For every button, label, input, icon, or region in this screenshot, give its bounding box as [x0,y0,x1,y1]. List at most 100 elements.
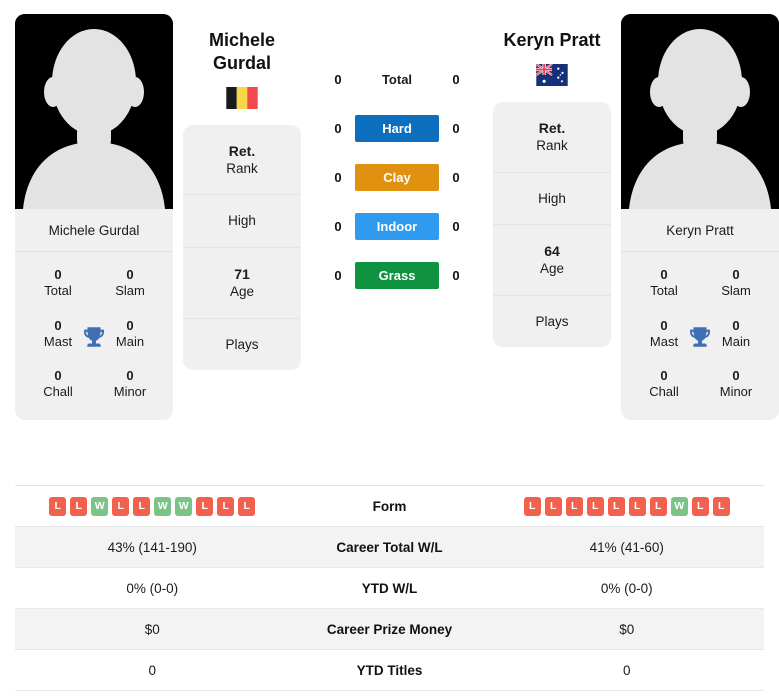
comparison-table: LLWLLWWLLL Form LLLLLLLWLL 43% (141-190)… [15,485,764,691]
left-form-badges: LLWLLWWLLL [49,496,256,516]
left-age-cell: 71 Age [183,248,301,319]
form-badge-loss: L [586,496,604,516]
left-total-score: 0 [334,72,342,87]
form-badge-loss: L [238,496,256,516]
right-titles-total: 0 Total [635,267,693,300]
row-label-career-prize-money: Career Prize Money [326,621,453,637]
right-titles-chall-label: Chall [649,384,679,400]
right-plays-cell: Plays [493,296,611,348]
left-titles-mast-label: Mast [43,333,73,349]
right-titles-chall: 0 Chall [635,368,693,401]
right-titles-chall-value: 0 [660,368,668,383]
form-badge-win: W [154,496,172,516]
table-row-form: LLWLLWWLLL Form LLLLLLLWLL [15,486,764,527]
left-titles-mast-value: 0 [54,317,62,333]
right-hard-score: 0 [452,121,460,136]
right-ytd-wl: 0% (0-0) [600,580,653,596]
table-row-ytd-titles: 0 YTD Titles 0 [15,650,764,691]
left-titles-main-value: 0 [126,317,134,333]
right-rank-cell: Ret. Rank [493,102,611,173]
trophy-icon [81,324,107,350]
form-badge-loss: L [196,496,214,516]
right-titles-total-label: Total [650,283,678,299]
form-badge-loss: L [49,496,67,516]
right-player-name[interactable]: Keryn Pratt [503,29,600,52]
right-photo-caption: Keryn Pratt [621,209,779,252]
form-badge-loss: L [112,496,130,516]
flag-belgium-icon [226,86,258,109]
right-form-badges: LLLLLLLWLL [523,496,730,516]
right-titles-grid: 0 Total 0 Slam 0 Mast 0 Main 0 Chall 0 M… [621,252,779,420]
surface-label-clay[interactable]: Clay [355,164,439,191]
left-titles-minor: 0 Minor [101,368,159,401]
right-age-label: Age [539,261,565,277]
right-titles-main-value: 0 [732,317,740,333]
left-clay-score: 0 [334,170,342,185]
left-career-prize-money: $0 [144,621,160,637]
left-titles-slam-value: 0 [126,267,134,282]
left-high-label: High [228,213,256,229]
form-badge-loss: L [712,496,730,516]
row-label-ytd-titles: YTD Titles [356,662,423,678]
left-titles-total-label: Total [44,283,72,299]
surface-label-indoor[interactable]: Indoor [355,213,439,240]
right-rank-card: Ret. Rank High 64 Age Plays [493,101,611,348]
right-titles-row-3: 0 Chall 0 Minor [621,359,779,410]
left-player-name-line2: Gurdal [212,52,271,73]
left-player-name[interactable]: Michele Gurdal [209,29,275,75]
right-indoor-score: 0 [452,219,460,234]
surface-breakdown: 0 Total 0 0 Hard 0 0 Clay 0 0 Indoor 0 0 [311,14,483,289]
right-titles-mast-value: 0 [660,317,668,333]
left-grass-score: 0 [334,268,342,283]
right-clay-score: 0 [452,170,460,185]
form-badge-loss: L [607,496,625,516]
right-rank-value: Ret. [538,119,566,136]
right-player-card[interactable]: Keryn Pratt 0 Total 0 Slam 0 Mast 0 Main… [621,14,779,420]
left-titles-grid: 0 Total 0 Slam 0 Mast 0 Main 0 Chall 0 M… [15,252,173,420]
left-titles-chall-value: 0 [54,368,62,383]
surface-label-grass[interactable]: Grass [355,262,439,289]
left-titles-minor-value: 0 [126,368,134,383]
right-age-cell: 64 Age [493,225,611,296]
surface-label-hard[interactable]: Hard [355,115,439,142]
row-label-career-total-wl: Career Total W/L [336,539,443,555]
left-photo-caption: Michele Gurdal [15,209,173,252]
right-career-total-wl: 41% (41-60) [589,539,664,555]
left-plays-cell: Plays [183,319,301,371]
left-hard-score: 0 [334,121,342,136]
left-ytd-wl: 0% (0-0) [126,580,179,596]
right-player-column: Keryn Pratt 0 Total 0 Slam 0 Mast 0 Main… [621,14,779,420]
form-badge-win: W [91,496,109,516]
right-player-name-line1: Keryn Pratt [503,30,601,50]
right-rank-label: Rank [536,138,568,154]
form-badge-win: W [670,496,688,516]
right-age-value: 64 [544,243,560,260]
comparison-header: Michele Gurdal 0 Total 0 Slam 0 Mast 0 M… [0,0,779,475]
right-form-cell: LLLLLLLWLL [490,496,765,516]
right-player-photo [621,14,779,209]
row-label-ytd-wl: YTD W/L [361,580,418,596]
right-titles-main-label: Main [721,333,751,349]
left-player-card[interactable]: Michele Gurdal 0 Total 0 Slam 0 Mast 0 M… [15,14,173,420]
form-badge-loss: L [649,496,667,516]
right-titles-slam-label: Slam [721,283,751,299]
form-badge-loss: L [628,496,646,516]
player-comparison-page: Michele Gurdal 0 Total 0 Slam 0 Mast 0 M… [0,0,779,699]
left-titles-mast: 0 Mast [29,318,87,351]
right-titles-slam: 0 Slam [707,267,765,300]
left-titles-main: 0 Main [101,318,159,351]
right-titles-minor-value: 0 [732,368,740,383]
right-high-cell: High [493,173,611,226]
form-badge-loss: L [523,496,541,516]
left-rank-label: Rank [226,160,258,176]
left-ytd-titles: 0 [148,662,156,678]
right-plays-label: Plays [535,313,569,329]
trophy-icon [687,324,713,350]
table-row-ytd-wl: 0% (0-0) YTD W/L 0% (0-0) [15,568,764,609]
left-player-name-line1: Michele [208,30,276,50]
left-titles-total-value: 0 [54,267,62,282]
form-badge-win: W [175,496,193,516]
surface-row-clay: 0 Clay 0 [311,164,483,191]
left-titles-chall-label: Chall [43,384,73,400]
left-player-column: Michele Gurdal 0 Total 0 Slam 0 Mast 0 M… [15,14,173,420]
